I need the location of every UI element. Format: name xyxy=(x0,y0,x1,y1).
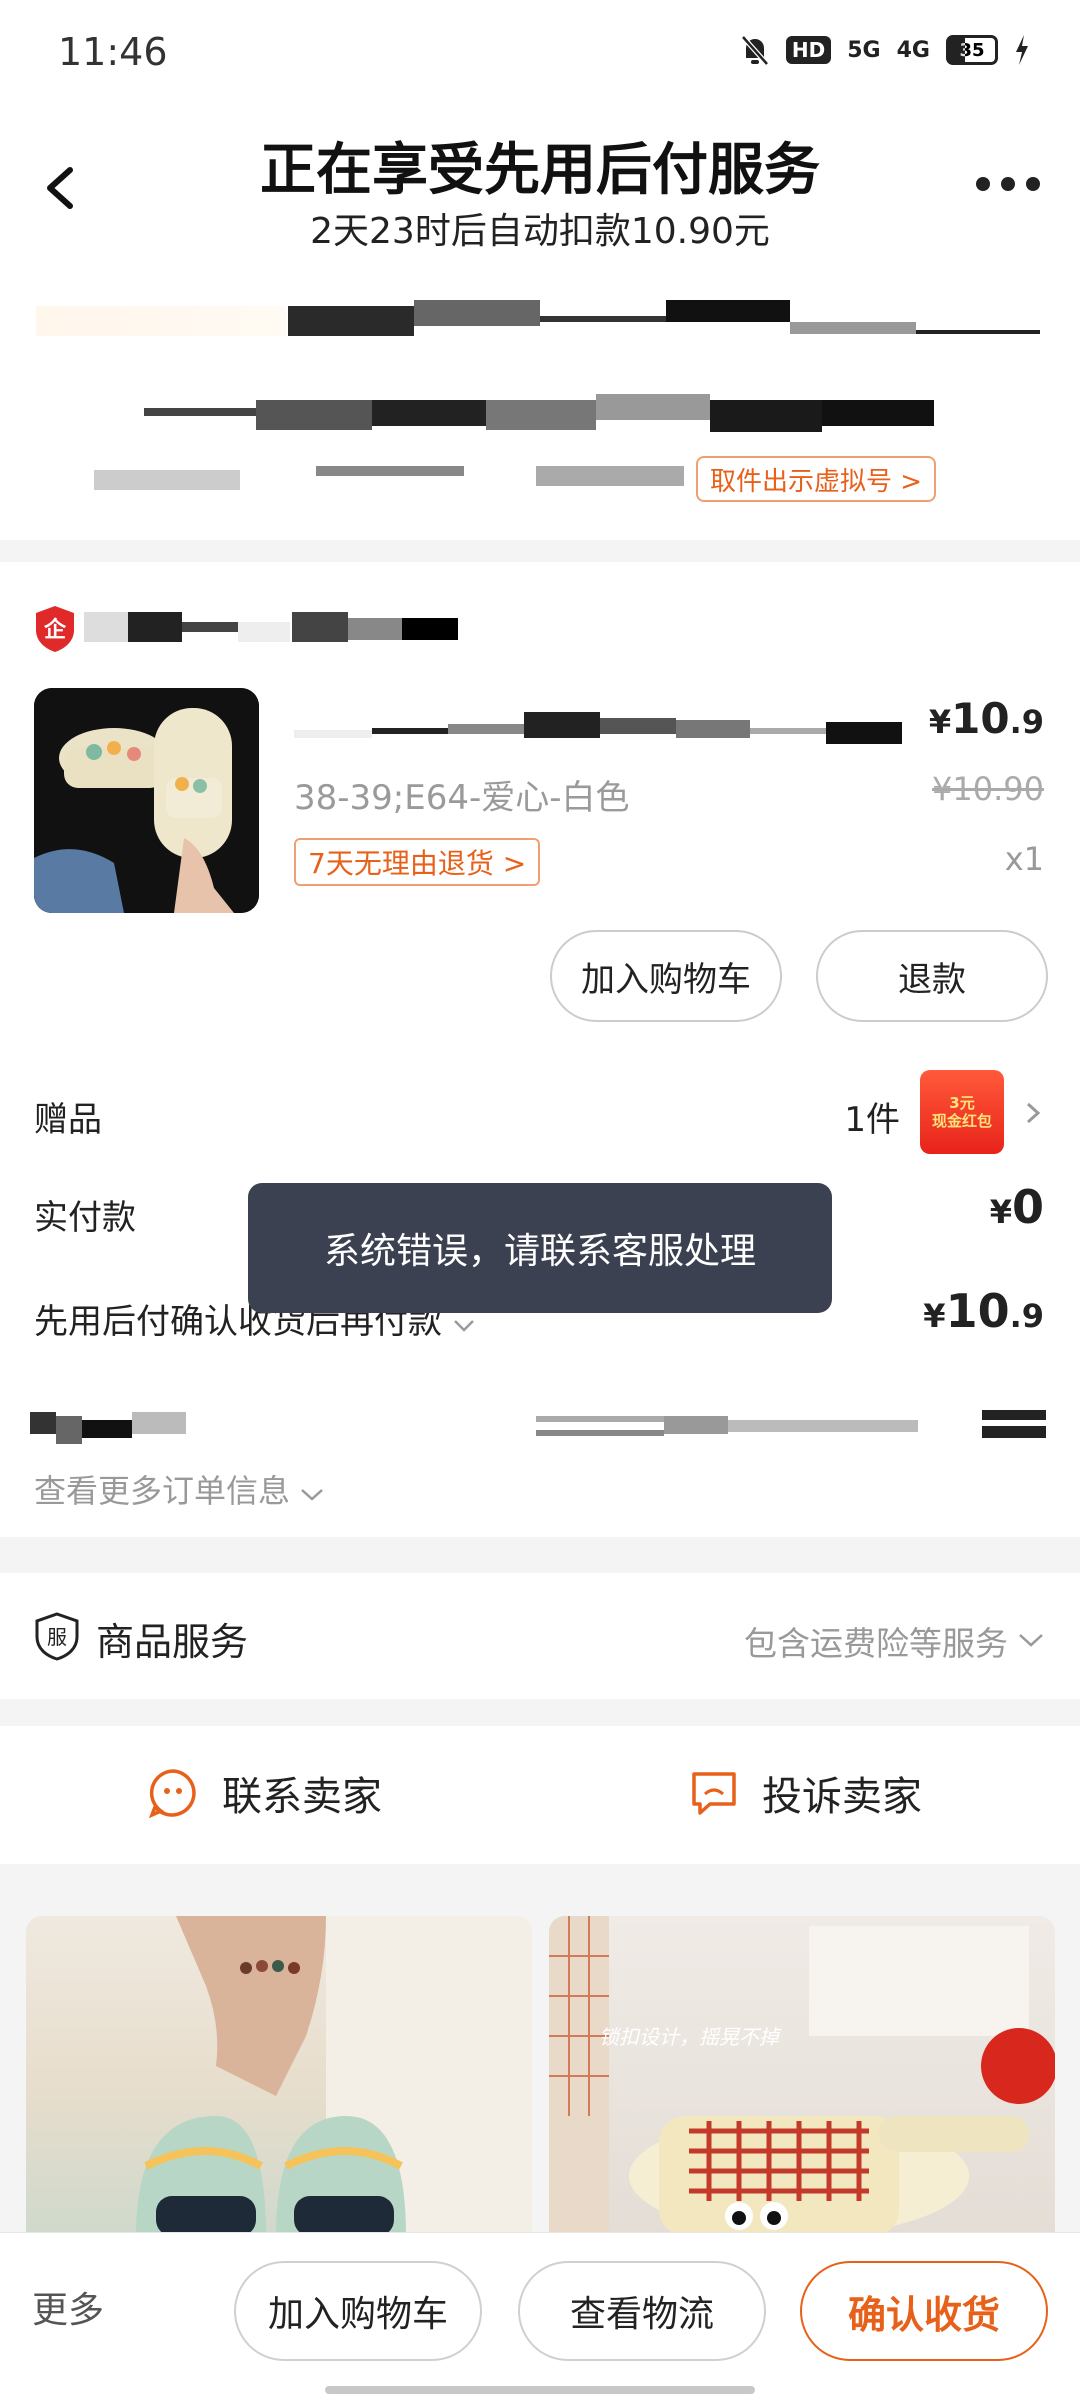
return-policy-tag[interactable]: 7天无理由退货 > xyxy=(294,838,541,886)
bottom-add-to-cart-button[interactable]: 加入购物车 xyxy=(234,2261,482,2361)
shop-logo-icon[interactable]: 企 xyxy=(34,604,76,654)
status-time: 11:46 xyxy=(58,30,168,74)
original-price: ¥10.90 xyxy=(932,770,1044,808)
hd-icon: HD xyxy=(785,36,832,64)
service-title: 商品服务 xyxy=(96,1620,249,1664)
gift-red-packet-image[interactable]: 3元 现金红包 xyxy=(920,1070,1004,1154)
product-thumbnail[interactable] xyxy=(34,688,259,913)
order-card: 企 38-39;E64-爱心-白色 7天无理由退货 > ¥10.9 ¥10.90… xyxy=(0,562,1080,1537)
svg-text:服: 服 xyxy=(47,1625,67,1649)
svg-text:锁扣设计，摇晃不掉: 锁扣设计，摇晃不掉 xyxy=(599,2025,782,2049)
status-icons: HD 5G 4G 35 xyxy=(740,34,1030,66)
view-logistics-button[interactable]: 查看物流 xyxy=(518,2261,766,2361)
complain-seller-button[interactable]: 投诉卖家 xyxy=(688,1764,922,1822)
paid-amount-value: ¥0 xyxy=(989,1180,1044,1234)
contact-row: 联系卖家 投诉卖家 xyxy=(0,1726,1080,1864)
virtual-number-button[interactable]: 取件出示虚拟号 > xyxy=(696,456,937,502)
add-to-cart-button[interactable]: 加入购物车 xyxy=(550,930,782,1022)
more-order-info-link[interactable]: 查看更多订单信息 xyxy=(34,1466,324,1512)
gift-count[interactable]: 1件 xyxy=(844,1092,900,1141)
status-bar: 11:46 HD 5G 4G 35 xyxy=(0,0,1080,110)
complaint-icon xyxy=(692,1772,736,1815)
chevron-down-icon xyxy=(1019,1634,1043,1647)
chevron-down-icon xyxy=(301,1489,324,1501)
charging-icon xyxy=(1016,35,1028,65)
more-actions-link[interactable]: 更多 xyxy=(32,2281,104,2333)
product-price: ¥10.9 xyxy=(928,694,1044,743)
contact-seller-button[interactable]: 联系卖家 xyxy=(146,1764,382,1822)
error-toast: 系统错误，请联系客服处理 xyxy=(248,1183,832,1313)
quantity: x1 xyxy=(1004,840,1044,878)
service-value[interactable]: 包含运费险等服务 xyxy=(744,1617,1044,1665)
refund-button[interactable]: 退款 xyxy=(816,930,1048,1022)
chevron-down-icon xyxy=(453,1320,474,1332)
paid-amount-label: 实付款 xyxy=(34,1198,136,1238)
mute-bell-icon xyxy=(741,35,769,66)
chat-face-icon xyxy=(148,1769,196,1819)
product-service-row[interactable]: 服 商品服务 包含运费险等服务 xyxy=(0,1573,1080,1699)
more-options-icon[interactable] xyxy=(976,172,1040,196)
service-shield-icon: 服 xyxy=(35,1612,79,1661)
auto-deduct-notice: 2天23时后自动扣款10.90元 xyxy=(310,211,770,252)
page-title: 正在享受先用后付服务 xyxy=(260,138,820,203)
confirm-receipt-button[interactable]: 确认收货 xyxy=(800,2261,1048,2361)
bottom-action-bar: 更多 加入购物车 查看物流 确认收货 xyxy=(0,2232,1080,2400)
signal-5g-icon: 5G xyxy=(847,37,881,63)
gift-label: 赠品 xyxy=(34,1100,102,1140)
signal-4g-icon: 4G xyxy=(896,37,930,63)
battery-icon: 35 xyxy=(946,35,998,65)
product-variant: 38-39;E64-爱心-白色 xyxy=(294,778,630,818)
recommend-card-slippers[interactable] xyxy=(26,1916,532,2236)
home-indicator[interactable] xyxy=(325,2386,755,2394)
svg-text:企: 企 xyxy=(43,617,67,643)
order-header: 正在享受先用后付服务 2天23时后自动扣款10.90元 取件出示虚拟号 > xyxy=(0,110,1080,540)
chevron-right-icon[interactable] xyxy=(1022,1102,1044,1124)
recommend-card-basket[interactable]: 锁扣设计，摇晃不掉 xyxy=(549,1916,1055,2236)
bnpl-amount: ¥10.9 xyxy=(923,1284,1044,1338)
